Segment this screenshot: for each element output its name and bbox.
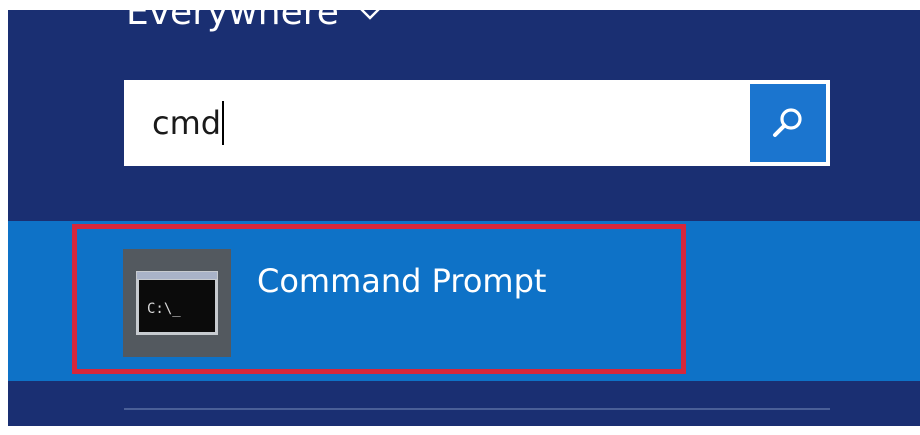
search-charm-panel: Everywhere cmd C:\_ Command Prompt: [8, 10, 920, 426]
command-prompt-icon: C:\_: [136, 271, 218, 335]
text-caret: [222, 101, 225, 145]
search-box: cmd: [124, 80, 830, 166]
search-scope-dropdown[interactable]: Everywhere: [126, 10, 383, 38]
search-icon: [773, 108, 802, 137]
search-scope-label: Everywhere: [126, 10, 339, 33]
search-input[interactable]: cmd: [124, 80, 750, 166]
chevron-down-icon: [360, 10, 380, 20]
command-prompt-icon-text: C:\_: [147, 301, 181, 317]
result-item-command-prompt[interactable]: C:\_ Command Prompt: [72, 224, 686, 374]
app-tile: C:\_: [123, 249, 231, 357]
result-item-label: Command Prompt: [257, 262, 547, 300]
results-list: C:\_ Command Prompt: [8, 221, 920, 381]
divider: [124, 408, 830, 410]
search-input-value: cmd: [152, 104, 222, 142]
search-button[interactable]: [750, 84, 826, 162]
